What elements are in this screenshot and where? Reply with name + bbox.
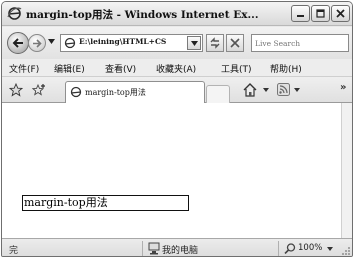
forward-button[interactable] [28,34,46,52]
close-icon [336,9,345,18]
back-arrow-icon [12,38,23,48]
maximize-button[interactable] [311,5,330,22]
feeds-icon[interactable] [277,83,290,96]
tab-label: margin-top用法 [85,88,146,97]
window-title: margin-top用法 - Windows Internet Ex... [26,9,259,21]
forward-arrow-icon [33,38,42,48]
home-icon[interactable] [242,82,258,98]
feeds-dropdown-icon[interactable] [294,88,300,93]
search-field[interactable] [251,34,349,52]
maximize-icon [316,9,325,18]
vertical-scrollbar[interactable] [341,103,352,238]
page-icon [70,86,82,98]
menu-view[interactable]: 查看(V) [105,62,136,75]
menu-bar: 文件(F) 编辑(E) 查看(V) 收藏夹(A) 工具(T) 帮助(H) [2,59,352,77]
add-favorite-icon[interactable] [32,83,47,97]
recent-pages-dropdown-icon[interactable] [48,39,55,45]
refresh-button[interactable] [206,34,224,52]
address-dropdown-button[interactable] [187,36,201,50]
status-text: 完 [9,246,19,256]
computer-zone-icon [148,242,160,255]
demo-text-box: margin-top用法 [22,195,189,211]
menu-tools[interactable]: 工具(T) [221,62,252,75]
chevron-down-icon [190,40,198,46]
more-tools-chevron-icon[interactable]: » [340,82,346,93]
status-divider [278,241,279,256]
refresh-icon [210,37,220,49]
stop-icon [230,38,240,48]
menu-file[interactable]: 文件(F) [9,62,39,75]
security-zone-label: 我的电脑 [162,246,199,256]
zoom-dropdown-icon[interactable] [327,247,333,252]
title-bar[interactable]: margin-top用法 - Windows Internet Ex... [2,2,352,26]
resize-grip-icon[interactable] [341,246,351,256]
page-icon [64,37,76,49]
stop-button[interactable] [226,34,244,52]
tab-active[interactable]: margin-top用法 [65,81,205,103]
new-tab-button[interactable] [206,85,230,103]
favorites-star-icon[interactable] [9,83,23,97]
address-field[interactable]: E:\leining\HTML+CS [60,34,203,52]
browser-window: margin-top用法 - Windows Internet Ex... E:… [1,1,353,257]
close-button[interactable] [331,5,350,22]
status-bar: 完 我的电脑 100% [2,238,352,256]
search-input[interactable] [255,37,345,50]
back-button[interactable] [7,32,29,54]
menu-edit[interactable]: 编辑(E) [54,62,85,75]
minimize-button[interactable] [291,5,310,22]
minimize-icon [297,15,304,17]
menu-favorites[interactable]: 收藏夹(A) [156,62,196,75]
zoom-level[interactable]: 100% [298,243,322,253]
home-dropdown-icon[interactable] [263,88,269,93]
page-content: margin-top用法 [2,103,341,238]
status-divider [142,241,143,256]
zoom-magnifier-icon[interactable] [284,243,296,254]
menu-help[interactable]: 帮助(H) [270,62,302,75]
address-toolbar: E:\leining\HTML+CS [2,27,352,59]
address-url: E:\leining\HTML+CS [79,37,167,46]
ie-icon [7,7,22,20]
tab-bar: margin-top用法 » [2,77,352,103]
